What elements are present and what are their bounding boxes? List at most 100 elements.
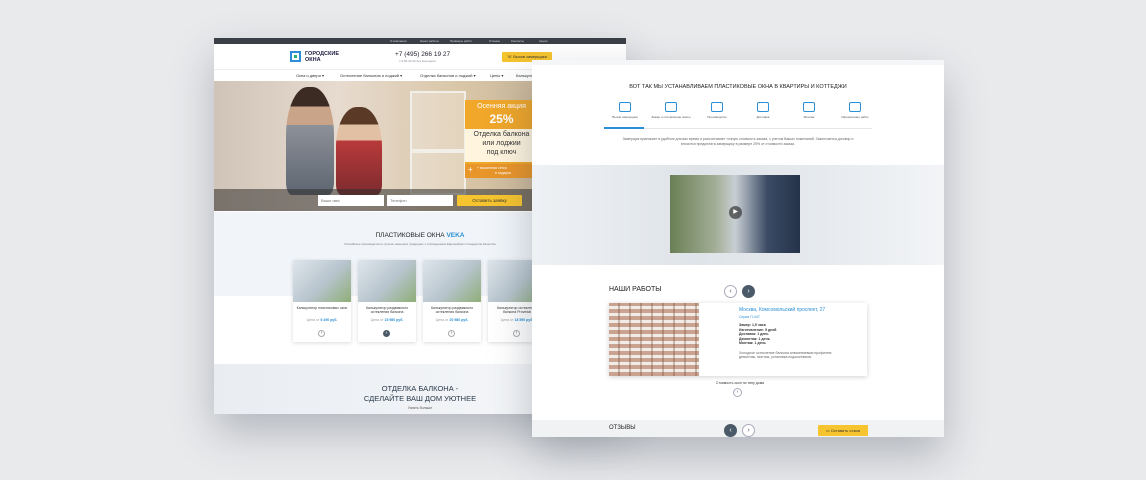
helmet-icon [619, 102, 631, 112]
card-price-label: Цена от [306, 318, 320, 322]
building-photo [609, 303, 699, 376]
promo-title: Осенняя акция [477, 103, 526, 110]
step-paperwork[interactable]: Оформление работ [835, 102, 875, 119]
leave-review-label: Оставить отзыв [830, 428, 861, 433]
step-description: Замерщик приезжает в удобное для вас вре… [622, 137, 854, 146]
work-address[interactable]: Москва, Комсомольский проспект, 27 [739, 307, 825, 312]
card-price-value: 20 980 руб. [449, 318, 469, 322]
step-label: Монтаж [803, 115, 815, 119]
card-image [358, 260, 416, 302]
card-price-value: 6 490 руб. [320, 318, 338, 322]
nav-item[interactable]: Остекление балконов и лоджий ▾ [340, 73, 402, 78]
plus-icon: + [468, 165, 473, 174]
chevron-right-icon[interactable]: › [448, 330, 455, 337]
nav-item[interactable]: Цены ▾ [490, 73, 503, 78]
promo-offer-line: или лоджии [482, 140, 521, 147]
card-name: Калькулятор раздвижного остекления балко… [365, 306, 409, 314]
document-icon [849, 102, 861, 112]
submit-request-button[interactable]: Оставить заявку [457, 195, 522, 206]
logo-text[interactable]: ГОРОДСКИЕ ОКНА [305, 51, 355, 63]
hero-shelf [410, 91, 466, 151]
veka-title-text: ПЛАСТИКОВЫЕ ОКНА [375, 232, 445, 239]
promo-gift-line: + москитная сетка [477, 166, 507, 170]
veka-brand: VEKA [446, 232, 465, 239]
our-works-title: НАШИ РАБОТЫ [609, 286, 662, 293]
card-name: Калькулятор пластиковых окон [296, 306, 348, 310]
work-description: Холодное остекление балкона алюминиевым … [739, 351, 832, 360]
chevron-right-icon[interactable]: › [383, 330, 390, 337]
play-icon[interactable]: ▶ [729, 206, 742, 219]
prev-arrow-icon[interactable]: ‹ [724, 424, 737, 437]
card-price: Цена от 15 980 руб. [361, 318, 413, 322]
hero-man-image [286, 87, 334, 195]
hero-woman-image [336, 107, 382, 195]
step-label: Замер и составление сметы [651, 115, 691, 119]
logo-line2: ОКНА [305, 57, 321, 63]
step-label: Доставка [756, 115, 770, 119]
top-link[interactable]: Примеры работ [450, 39, 472, 43]
nav-item[interactable]: Отделка балконов и лоджий ▾ [420, 73, 476, 78]
card-price: Цена от 20 980 руб. [426, 318, 478, 322]
promo-gift: + + москитная сетка в подарок [465, 164, 538, 178]
reviews-title: ОТЗЫВЫ [609, 425, 636, 431]
work-spec: Монтаж: 1 день [739, 341, 766, 345]
cost-by-house-link[interactable]: Стоимость окон по типу дома [680, 381, 800, 385]
chevron-right-icon[interactable]: › [513, 330, 520, 337]
step-estimate[interactable]: Замер и составление сметы [651, 102, 691, 119]
measure-icon [665, 102, 677, 112]
card-price-label: Цена от [435, 318, 449, 322]
promo-gift-line: в подарок [495, 171, 512, 175]
wrench-icon [803, 102, 815, 112]
step-progress-line [604, 127, 872, 129]
calculator-card[interactable]: Калькулятор раздвижного остекления балко… [423, 260, 481, 342]
promo-offer-line: под ключ [486, 149, 517, 156]
promo-banner[interactable]: Осенняя акция 25% Отделка балкона или ло… [465, 100, 538, 178]
step-label: Производство [707, 115, 727, 119]
promo-offer-line: Отделка балкона [473, 131, 530, 138]
card-name: Калькулятор раздвижного остекления балко… [430, 306, 474, 314]
card-price-value: 15 980 руб. [384, 318, 404, 322]
calculator-card[interactable]: Калькулятор раздвижного остекления балко… [358, 260, 416, 342]
work-card[interactable]: Москва, Комсомольский проспект, 27 Серия… [609, 303, 867, 376]
name-input[interactable] [318, 195, 384, 206]
work-series: Серия П-44Т [739, 315, 760, 319]
step-active-indicator [604, 127, 644, 129]
card-price-label: Цена от [500, 318, 514, 322]
step-label: Вызов замерщика [612, 115, 638, 119]
promo-percent: 25% [489, 112, 514, 126]
phone-hours: с 9:00-21:00 без выходных [399, 59, 436, 63]
card-price-value: 18 590 руб. [514, 318, 534, 322]
step-delivery[interactable]: Доставка [743, 102, 783, 119]
top-link[interactable]: Наши работы [420, 39, 439, 43]
card-image [293, 260, 351, 302]
next-arrow-icon[interactable]: › [742, 285, 755, 298]
step-label: Оформление работ [841, 115, 869, 119]
top-link[interactable]: О компании [390, 39, 407, 43]
factory-icon [711, 102, 723, 112]
top-link[interactable]: Акции [539, 39, 547, 43]
right-page-mockup: ВОТ ТАК МЫ УСТАНАВЛИВАЕМ ПЛАСТИКОВЫЕ ОКН… [532, 60, 944, 437]
step-measure-call[interactable]: Вызов замерщика [605, 102, 645, 119]
step-production[interactable]: Производство [697, 102, 737, 119]
truck-icon [757, 102, 769, 112]
install-process-heading: ВОТ ТАК МЫ УСТАНАВЛИВАЕМ ПЛАСТИКОВЫЕ ОКН… [629, 84, 847, 90]
card-price-label: Цена от [370, 318, 384, 322]
callback-button-label: Вызов замерщика [513, 54, 547, 59]
chevron-right-icon[interactable]: › [733, 388, 742, 397]
top-link[interactable]: Контакты [511, 39, 524, 43]
phone-input[interactable] [387, 195, 453, 206]
promo-offer: Отделка балкона или лоджии под ключ [465, 129, 538, 162]
logo-icon[interactable] [290, 51, 301, 62]
prev-arrow-icon[interactable]: ‹ [724, 285, 737, 298]
nav-item[interactable]: Окна и двери ▾ [296, 73, 324, 78]
step-installation[interactable]: Монтаж [789, 102, 829, 119]
reviews-section: ОТЗЫВЫ [532, 420, 944, 437]
top-link[interactable]: Отзывы [489, 39, 500, 43]
chevron-right-icon[interactable]: › [318, 330, 325, 337]
calculator-card[interactable]: Калькулятор пластиковых окон Цена от 6 4… [293, 260, 351, 342]
leave-review-button[interactable]: ▭ Оставить отзыв [818, 425, 868, 436]
right-top-strip [532, 60, 944, 65]
next-arrow-icon[interactable]: › [742, 424, 755, 437]
phone-number[interactable]: +7 (495) 266 19 27 [395, 51, 450, 58]
top-links-bar: О компании Наши работы Примеры работ Отз… [214, 38, 626, 44]
